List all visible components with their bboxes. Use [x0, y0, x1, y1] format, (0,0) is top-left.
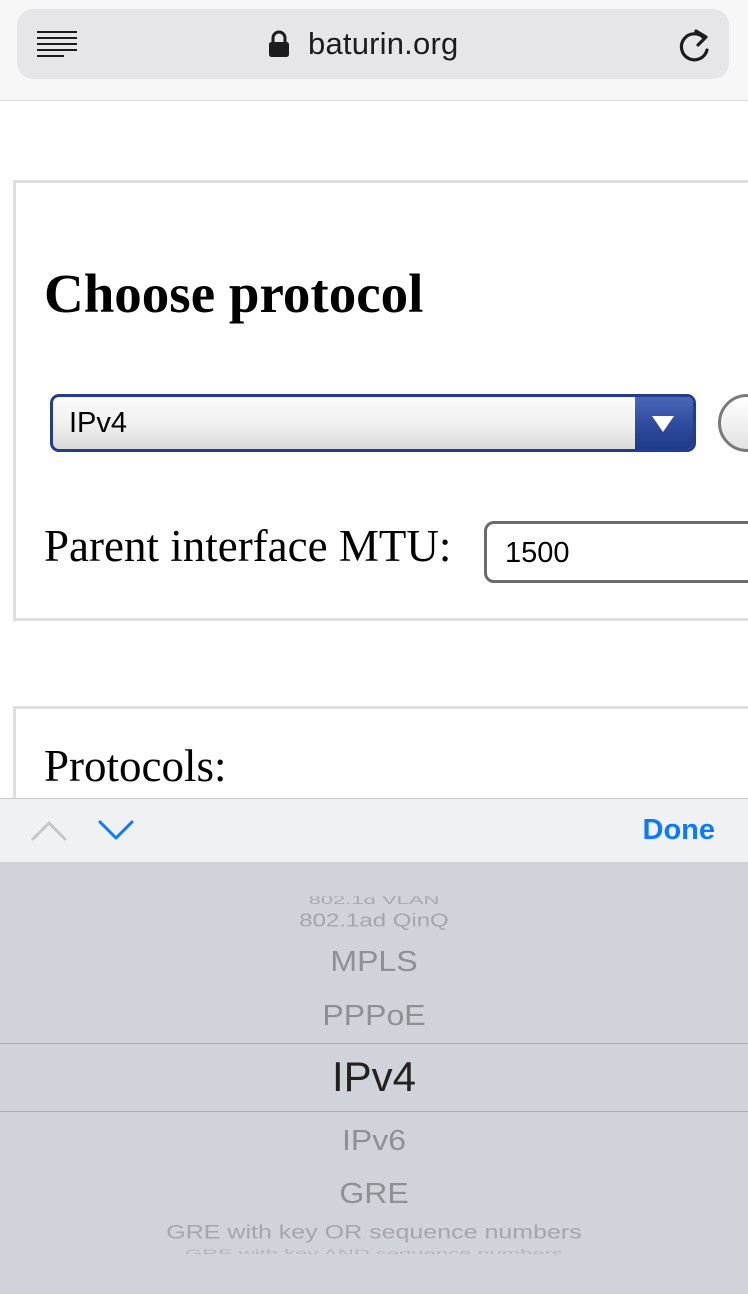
- mtu-input[interactable]: [484, 521, 748, 583]
- reader-menu-icon[interactable]: [37, 31, 77, 57]
- picker-option[interactable]: GRE with key AND sequence numbers: [0, 1248, 748, 1254]
- picker-option-selected[interactable]: IPv4: [0, 1053, 748, 1101]
- protocol-select[interactable]: IPv4: [50, 394, 696, 452]
- protocol-picker-wheel[interactable]: 802.1q VLAN 802.1ad QinQ MPLS PPPoE IPv4…: [0, 862, 748, 1294]
- protocol-select-value: IPv4: [69, 407, 128, 439]
- url-text: baturin.org: [308, 26, 459, 61]
- picker-option[interactable]: IPv6: [0, 1124, 748, 1157]
- protocols-label: Protocols:: [44, 741, 227, 791]
- page: baturin.org Choose protocol IPv4 Parent …: [0, 0, 748, 1294]
- dropdown-arrow-icon[interactable]: [635, 397, 693, 449]
- picker-selection-bottom-line: [0, 1111, 748, 1112]
- picker-option[interactable]: 802.1ad QinQ: [0, 910, 748, 932]
- reload-icon[interactable]: [676, 26, 712, 64]
- done-button[interactable]: Done: [643, 814, 716, 847]
- picker-selection-top-line: [0, 1043, 748, 1044]
- picker-option[interactable]: GRE: [0, 1177, 748, 1210]
- picker-option[interactable]: MPLS: [0, 945, 748, 978]
- picker-option[interactable]: GRE with key OR sequence numbers: [0, 1221, 748, 1244]
- picker-option[interactable]: 802.1q VLAN: [0, 896, 748, 904]
- lock-icon: [268, 29, 290, 59]
- keyboard-accessory-bar: Done: [0, 798, 748, 862]
- next-field-chevron-down-icon[interactable]: [97, 817, 135, 843]
- previous-field-chevron-up-icon[interactable]: [30, 817, 68, 843]
- mtu-label: Parent interface MTU:: [44, 521, 452, 571]
- page-title: Choose protocol: [44, 263, 424, 324]
- browser-toolbar: baturin.org: [0, 0, 748, 101]
- picker-option[interactable]: PPPoE: [0, 999, 748, 1032]
- url-display[interactable]: baturin.org: [268, 24, 458, 64]
